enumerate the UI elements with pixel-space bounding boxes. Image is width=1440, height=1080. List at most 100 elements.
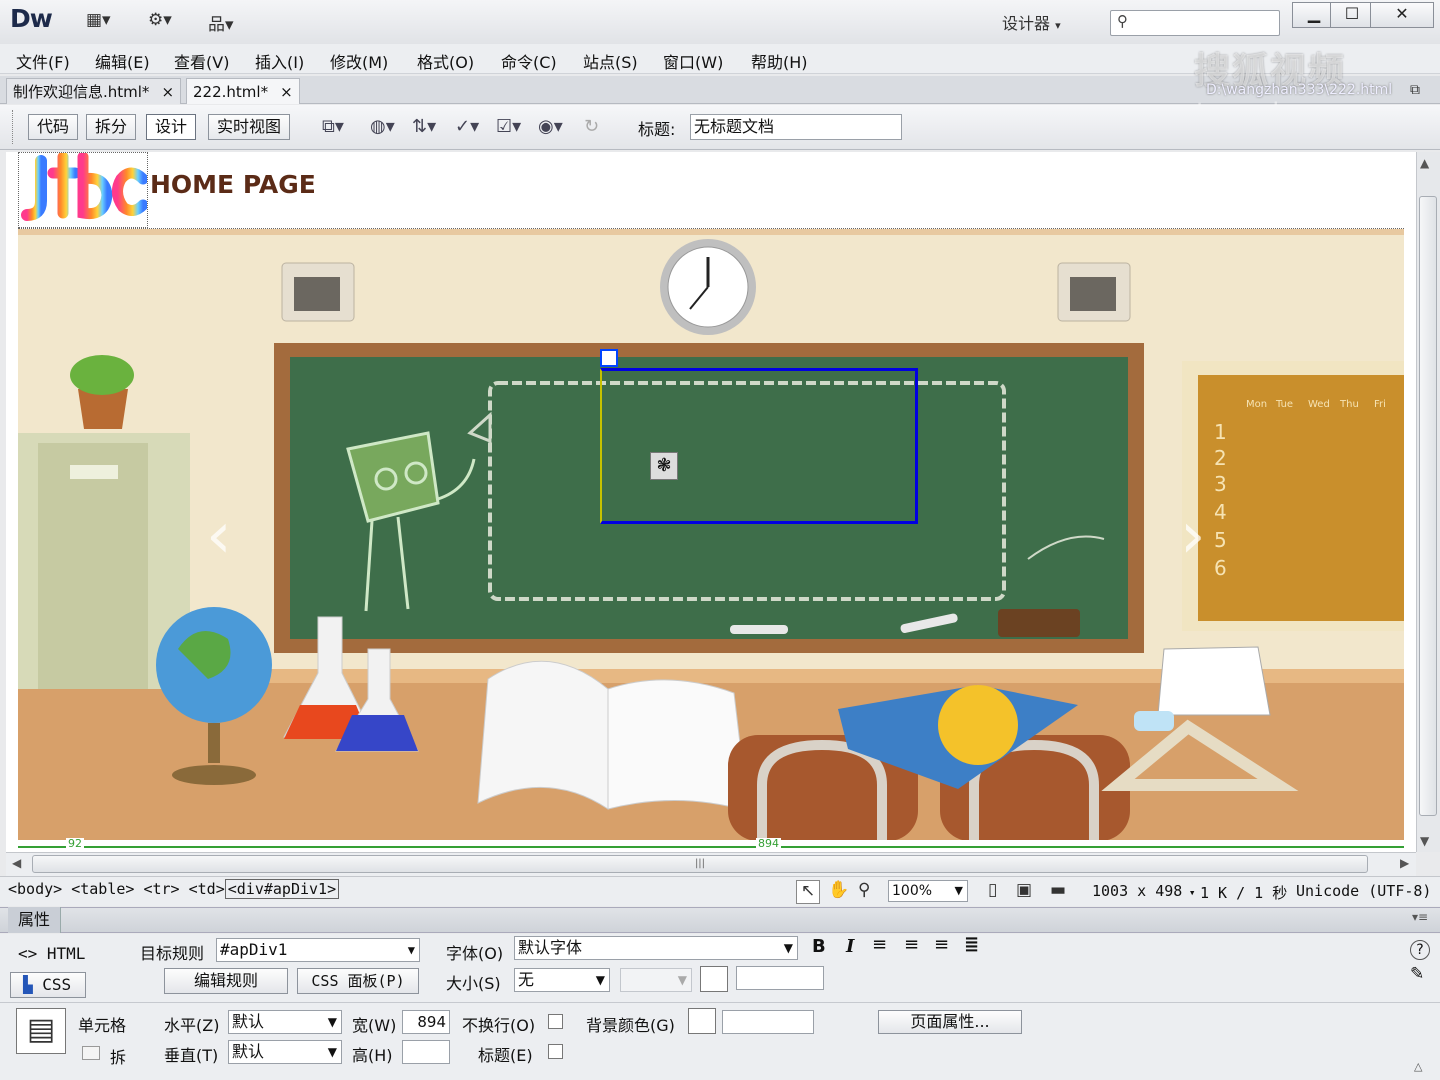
close-button[interactable]: ✕ [1370, 2, 1434, 28]
scroll-left-icon[interactable]: ◀ [12, 856, 21, 870]
nowrap-checkbox[interactable] [548, 1014, 563, 1029]
refresh-icon[interactable]: ↻ [584, 116, 599, 137]
restore-icon[interactable]: ⧉ [1410, 82, 1420, 98]
visual-aids-icon[interactable]: ◉▾ [538, 116, 563, 137]
horizontal-label: 水平(Z) [164, 1016, 220, 1035]
bgcolor-input[interactable] [722, 1010, 814, 1034]
scroll-down-icon[interactable]: ▼ [1420, 834, 1429, 848]
mobile-size-icon[interactable]: ▯ [988, 880, 997, 900]
split-cell-label[interactable]: 拆 [110, 1044, 126, 1068]
scroll-up-icon[interactable]: ▲ [1420, 156, 1429, 170]
font-value: 默认字体 [518, 938, 583, 957]
collapse-panel-icon[interactable]: △ [1414, 1060, 1422, 1073]
menu-site[interactable]: 站点(S) [583, 49, 638, 73]
ruler-line [18, 846, 1404, 848]
css-mode-button[interactable]: ▙ CSS [10, 972, 86, 998]
tag-body[interactable]: <body> [8, 880, 62, 898]
apdiv1-layer[interactable] [600, 368, 918, 524]
merge-cells-icon[interactable] [82, 1046, 100, 1060]
menu-format[interactable]: 格式(O) [417, 49, 474, 73]
justify-icon[interactable]: ≣ [964, 934, 979, 955]
menu-file[interactable]: 文件(F) [16, 49, 70, 73]
target-rule-select[interactable]: #apDiv1 ▼ [216, 938, 420, 962]
help-icon[interactable]: ? [1410, 940, 1430, 960]
chevron-left-icon[interactable]: ‹ [206, 499, 232, 573]
menu-insert[interactable]: 插入(I) [255, 49, 304, 73]
tab-welcome-html[interactable]: 制作欢迎信息.html* × [6, 78, 182, 104]
height-input[interactable] [402, 1040, 450, 1064]
menu-view[interactable]: 查看(V) [174, 49, 229, 73]
search-icon: ⚲ [1117, 12, 1128, 30]
search-input[interactable]: ⚲ [1110, 10, 1280, 36]
code-view-button[interactable]: 代码 [28, 114, 79, 140]
css-panel-button[interactable]: CSS 面板(P) [297, 968, 419, 994]
w3c-validate-icon[interactable]: ✓▾ [455, 116, 479, 137]
tag-div-apdiv1[interactable]: <div#apDiv1> [224, 879, 340, 899]
horizontal-align-select[interactable]: 默认 ▼ [228, 1010, 342, 1034]
italic-button[interactable]: I [846, 936, 854, 957]
zoom-select[interactable]: 100% ▼ [888, 880, 968, 902]
close-icon[interactable]: × [280, 83, 293, 101]
close-icon[interactable]: × [161, 83, 174, 101]
horizontal-scroll-thumb[interactable]: ||| [32, 855, 1368, 873]
live-view-button[interactable]: 实时视图 [208, 114, 291, 140]
size-select[interactable]: 无 ▼ [514, 968, 610, 992]
vertical-align-select[interactable]: 默认 ▼ [228, 1040, 342, 1064]
tag-table[interactable]: <table> [71, 880, 134, 898]
toolbar-grip [12, 110, 14, 144]
chevron-right-icon[interactable]: › [1180, 499, 1206, 573]
bgcolor-swatch[interactable] [688, 1008, 716, 1034]
check-browser-icon[interactable]: ☑▾ [496, 116, 521, 137]
quick-tag-editor-icon[interactable]: ✎ [1410, 964, 1424, 984]
site-icon[interactable]: 品▾ [208, 10, 234, 35]
menu-window[interactable]: 窗口(W) [663, 49, 723, 73]
tag-td[interactable]: <td> [189, 880, 225, 898]
invisible-element-icon[interactable]: ❃ [650, 452, 678, 480]
text-color-swatch[interactable] [700, 966, 728, 992]
chevron-down-icon: ▼ [954, 884, 963, 897]
align-right-icon[interactable]: ≡ [934, 934, 949, 955]
file-management-icon[interactable]: ⇅▾ [412, 116, 436, 137]
layout-icon[interactable]: ▦▾ [86, 10, 111, 30]
menu-commands[interactable]: 命令(C) [501, 49, 557, 73]
scroll-right-icon[interactable]: ▶ [1400, 856, 1409, 870]
header-checkbox[interactable] [548, 1044, 563, 1059]
menu-help[interactable]: 帮助(H) [751, 49, 808, 73]
align-center-icon[interactable]: ≡ [904, 934, 919, 955]
maximize-button[interactable]: ☐ [1330, 2, 1374, 28]
apdiv-selection-handle[interactable] [600, 349, 618, 367]
workspace-switcher[interactable]: 设计器 ▾ [1002, 10, 1061, 34]
tab-222-html[interactable]: 222.html* × [186, 78, 300, 104]
select-tool-icon[interactable]: ↖ [796, 880, 820, 904]
hand-tool-icon[interactable]: ✋ [828, 880, 849, 900]
width-input[interactable]: 894 [402, 1010, 450, 1034]
panel-menu-icon[interactable]: ▾≡ [1412, 910, 1428, 924]
multiscreen-icon[interactable]: ⧉▾ [322, 116, 344, 137]
site-logo-cell[interactable] [18, 152, 148, 228]
menu-edit[interactable]: 编辑(E) [95, 49, 150, 73]
clock-icon [660, 239, 756, 335]
font-select[interactable]: 默认字体 ▼ [514, 936, 798, 960]
tag-tr[interactable]: <tr> [143, 880, 179, 898]
gear-icon[interactable]: ⚙▾ [148, 10, 172, 30]
preview-browser-icon[interactable]: ◍▾ [370, 116, 395, 137]
desktop-size-icon[interactable]: ▬ [1050, 880, 1066, 900]
text-color-input[interactable] [736, 966, 824, 990]
menu-modify[interactable]: 修改(M) [330, 49, 388, 73]
align-left-icon[interactable]: ≡ [872, 934, 887, 955]
edit-rule-button[interactable]: 编辑规则 [164, 968, 288, 994]
page-properties-button[interactable]: 页面属性... [878, 1010, 1022, 1034]
vertical-scroll-thumb[interactable] [1419, 196, 1437, 816]
design-view-button[interactable]: 设计 [146, 114, 197, 140]
properties-tab[interactable]: 属性 [8, 907, 62, 933]
calendar-day: Tue [1275, 399, 1293, 410]
horizontal-value: 默认 [232, 1012, 265, 1031]
html-mode-button[interactable]: <> HTML [18, 944, 85, 963]
tablet-size-icon[interactable]: ▣ [1016, 880, 1032, 900]
zoom-tool-icon[interactable]: ⚲ [858, 880, 870, 900]
document-title-input[interactable]: 无标题文档 [690, 114, 902, 140]
window-size[interactable]: 1003 x 498 ▾ [1092, 882, 1196, 900]
bold-button[interactable]: B [812, 936, 826, 957]
size-unit-select[interactable]: ▼ [620, 968, 692, 992]
split-view-button[interactable]: 拆分 [86, 114, 137, 140]
